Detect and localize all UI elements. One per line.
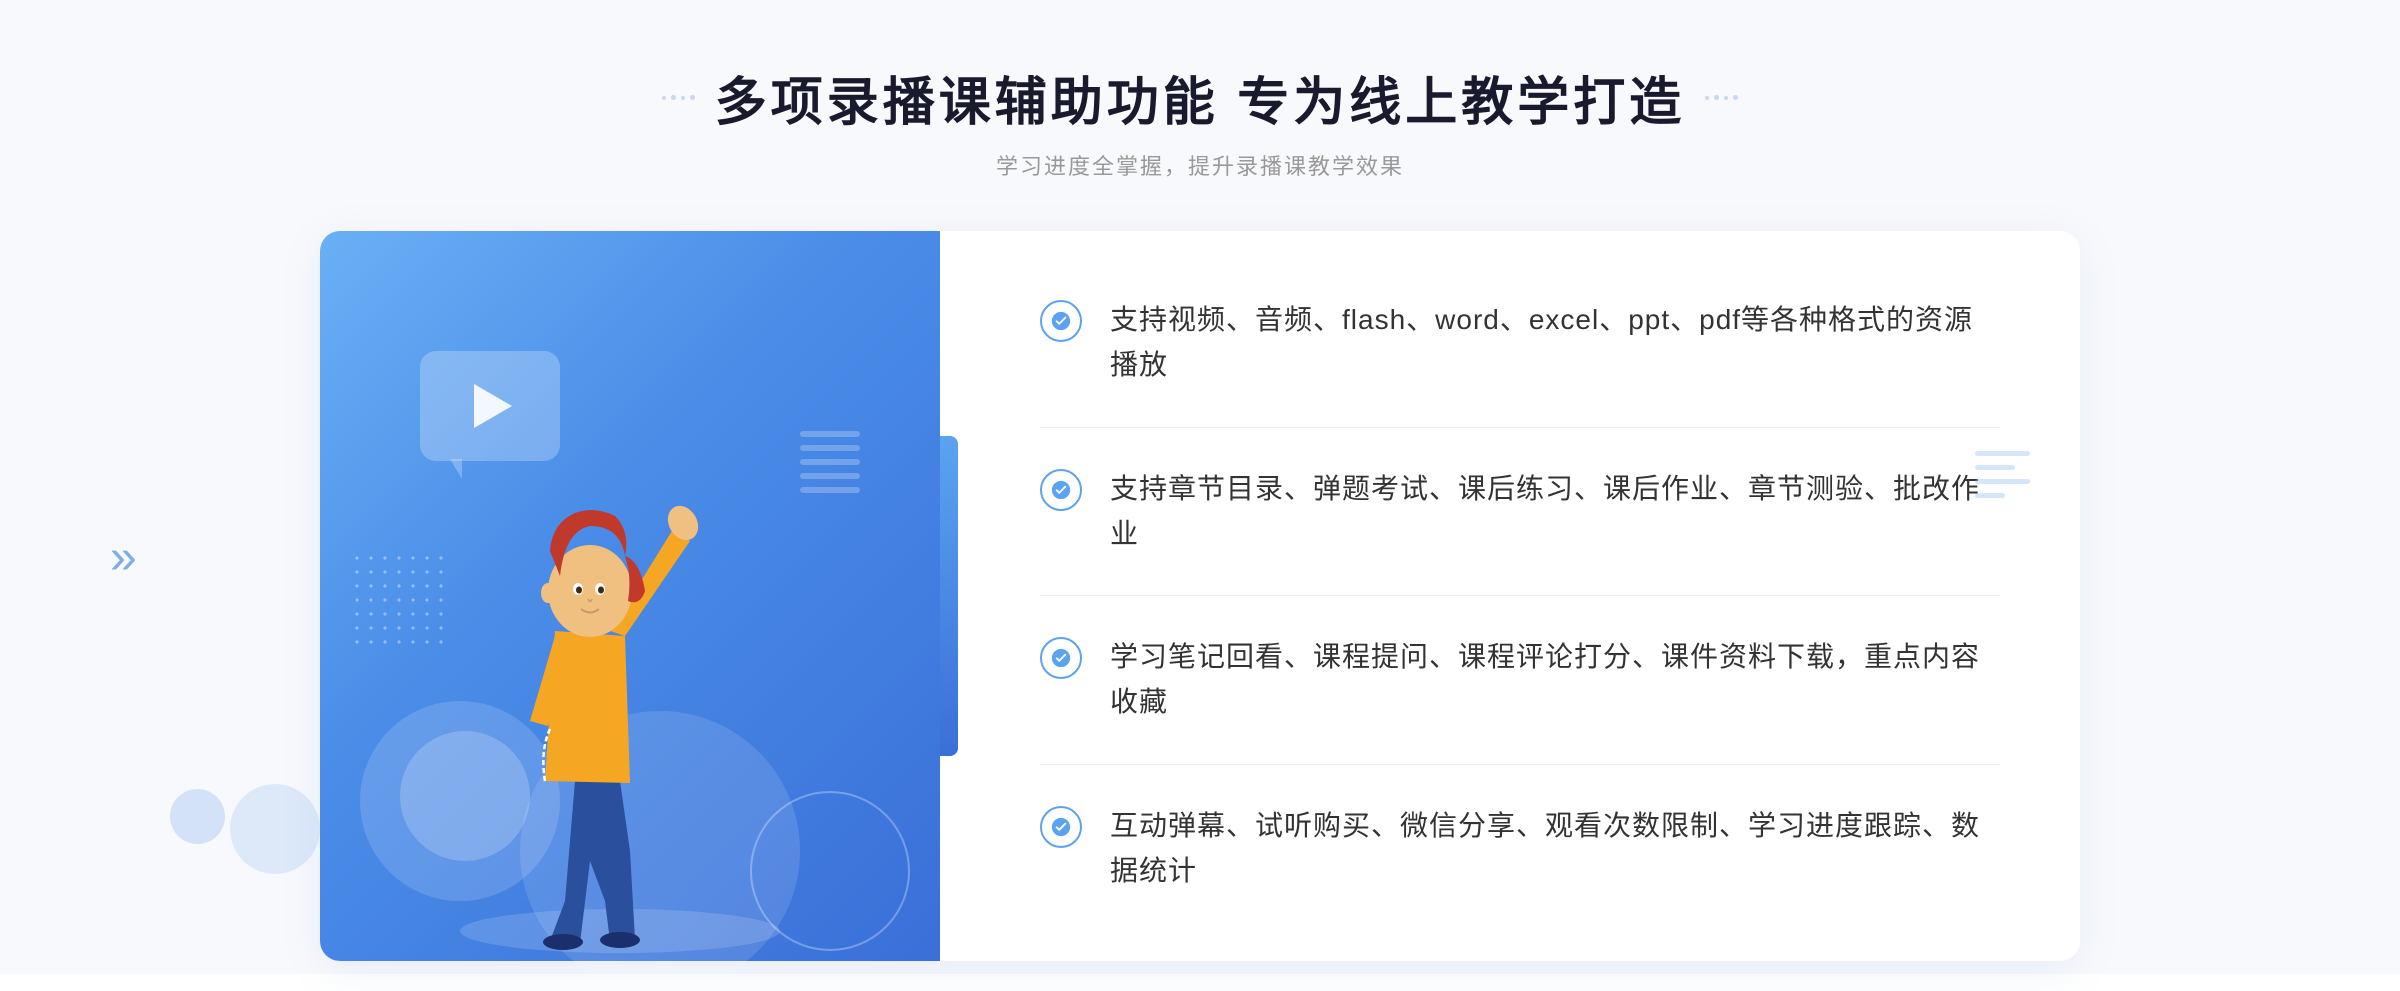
divider-1 — [1040, 427, 2000, 428]
feature-item-3: 学习笔记回看、课程提问、课程评论打分、课件资料下载，重点内容收藏 — [1040, 635, 2000, 725]
page-title: 多项录播课辅助功能 专为线上教学打造 — [715, 60, 1685, 135]
accent-bar — [940, 436, 958, 756]
page-subtitle: 学习进度全掌握，提升录播课教学效果 — [662, 149, 1738, 181]
feature-item-2: 支持章节目录、弹题考试、课后练习、课后作业、章节测验、批改作业 — [1040, 467, 2000, 557]
check-icon-1 — [1040, 300, 1082, 342]
panel-stripe-decoration — [1975, 451, 2030, 507]
title-row: 多项录播课辅助功能 专为线上教学打造 — [662, 60, 1738, 135]
main-content: 支持视频、音频、flash、word、excel、ppt、pdf等各种格式的资源… — [320, 231, 2080, 961]
feature-text-3: 学习笔记回看、课程提问、课程评论打分、课件资料下载，重点内容收藏 — [1110, 635, 2000, 725]
feature-item-1: 支持视频、音频、flash、word、excel、ppt、pdf等各种格式的资源… — [1040, 298, 2000, 388]
feature-text-1: 支持视频、音频、flash、word、excel、ppt、pdf等各种格式的资源… — [1110, 298, 2000, 388]
check-icon-2 — [1040, 469, 1082, 511]
feature-text-2: 支持章节目录、弹题考试、课后练习、课后作业、章节测验、批改作业 — [1110, 467, 2000, 557]
outside-circle-1 — [230, 784, 320, 874]
left-illustration-panel — [320, 231, 940, 961]
outside-circle-2 — [170, 789, 225, 844]
divider-3 — [1040, 764, 2000, 765]
page-container: » 多项录播课辅助功能 专为线上教学打造 学习进度全掌握，提升录播课教学效果 — [0, 0, 2400, 974]
feature-item-4: 互动弹幕、试听购买、微信分享、观看次数限制、学习进度跟踪、数据统计 — [1040, 804, 2000, 894]
divider-2 — [1040, 595, 2000, 596]
person-illustration — [400, 361, 840, 961]
feature-text-4: 互动弹幕、试听购买、微信分享、观看次数限制、学习进度跟踪、数据统计 — [1110, 804, 2000, 894]
header-section: 多项录播课辅助功能 专为线上教学打造 学习进度全掌握，提升录播课教学效果 — [662, 60, 1738, 181]
check-icon-4 — [1040, 806, 1082, 848]
right-features-panel: 支持视频、音频、flash、word、excel、ppt、pdf等各种格式的资源… — [940, 231, 2080, 961]
title-decoration-right — [1705, 95, 1738, 100]
title-decoration-left — [662, 95, 695, 100]
check-icon-3 — [1040, 637, 1082, 679]
chevron-left-decoration: » — [110, 530, 137, 585]
